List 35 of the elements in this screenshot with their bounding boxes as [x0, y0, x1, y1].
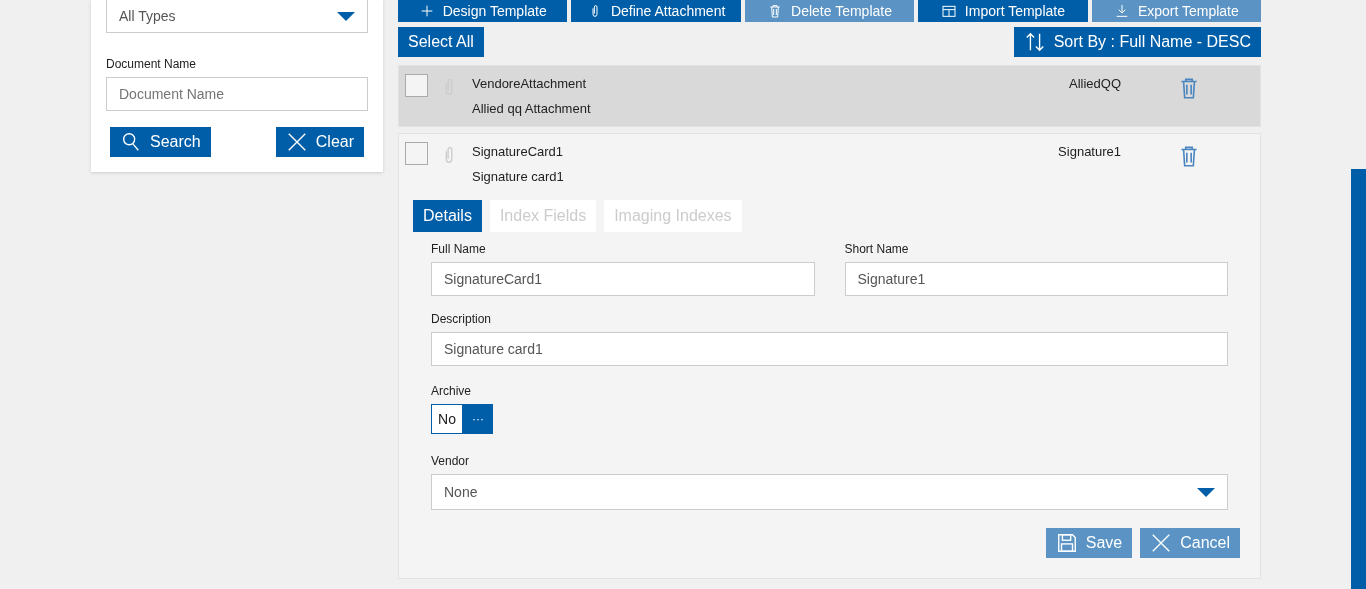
type-select[interactable]: All Types [106, 0, 368, 33]
template-description: Allied qq Attachment [472, 99, 592, 118]
text-input[interactable]: Signature1 [844, 262, 1228, 296]
template-description: Signature card1 [472, 167, 565, 186]
document-name-input[interactable]: Document Name [106, 77, 368, 111]
checkbox[interactable] [405, 74, 428, 97]
template-row[interactable]: VendoreAttachment Allied qq Attachment AlliedQQ [398, 65, 1261, 127]
field-label: Full Name [431, 241, 487, 258]
caret-icon [1197, 487, 1215, 497]
text-input[interactable]: Signature card1 [431, 332, 1228, 366]
sort-button[interactable]: Sort By : Full Name - DESC [1013, 27, 1261, 57]
search-button[interactable]: Search [110, 127, 211, 157]
search-icon [120, 131, 142, 153]
archive-value: No [431, 404, 463, 434]
select-all-button[interactable]: Select All [398, 27, 484, 57]
field-label: Archive [431, 383, 472, 400]
text-input[interactable]: SignatureCard1 [431, 262, 815, 296]
template-short-name: Signature1 [1057, 143, 1121, 161]
toolbar-button[interactable]: Define Attachment [571, 0, 741, 22]
field-label: Vendor [431, 453, 471, 470]
template-name: VendoreAttachment [472, 75, 588, 93]
template-short-name: AlliedQQ [1067, 75, 1121, 93]
field-label: Short Name [844, 241, 910, 258]
more-button[interactable]: ··· [463, 404, 493, 434]
tab[interactable]: Details [413, 200, 482, 232]
caret-icon [337, 11, 355, 21]
window-icon [940, 3, 957, 19]
vendor-select[interactable]: None [431, 474, 1228, 510]
checkbox[interactable] [405, 142, 428, 165]
template-name: SignatureCard1 [472, 143, 565, 161]
field-label: Description [431, 311, 493, 328]
field-label: Document Name [106, 56, 198, 73]
clear-button[interactable]: Clear [275, 127, 364, 157]
toolbar-button[interactable]: Design Template [398, 0, 568, 22]
toolbar-button[interactable]: Import Template [918, 0, 1088, 22]
